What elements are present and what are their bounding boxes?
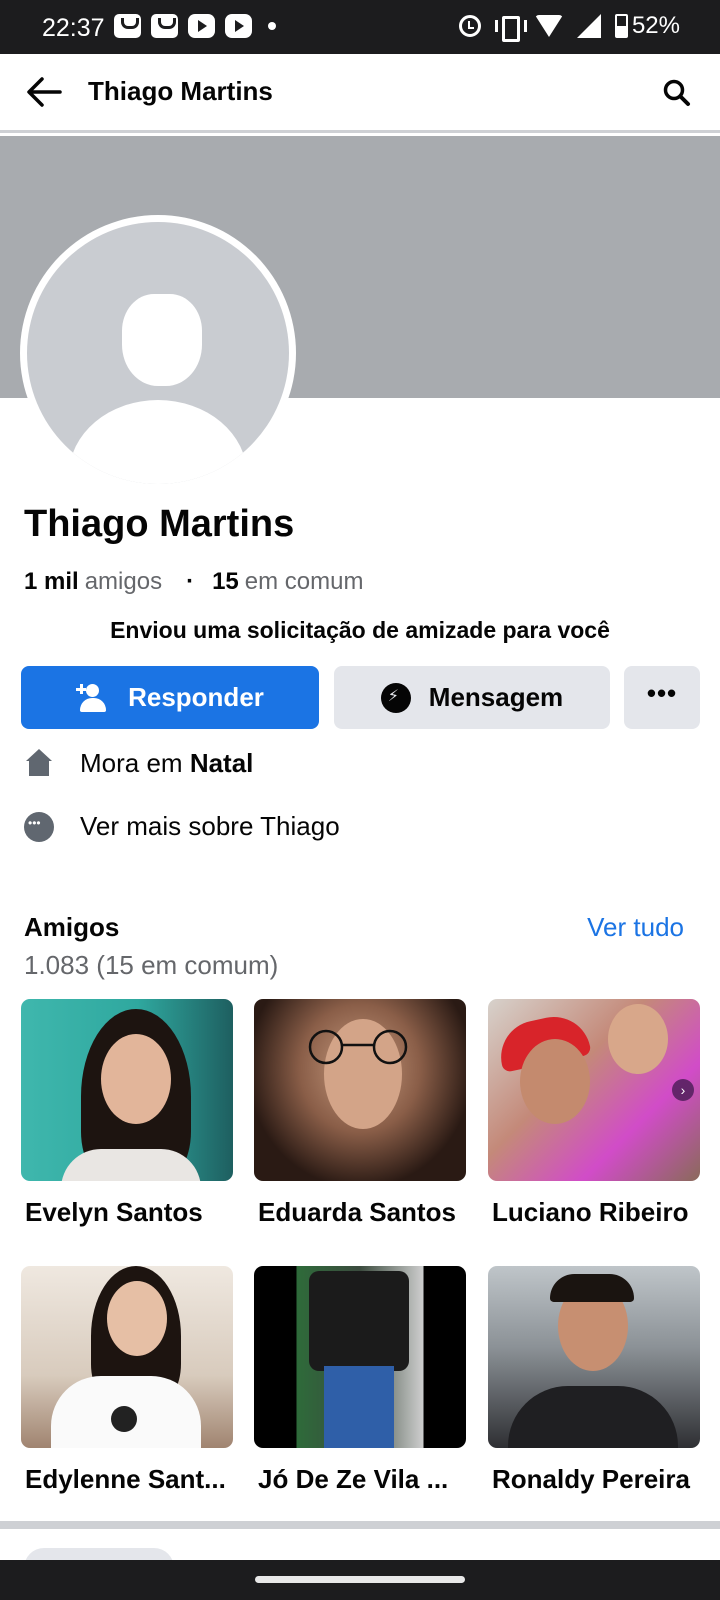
status-time: 22:37 <box>42 14 105 42</box>
see-more-label: Ver mais sobre Thiago <box>80 811 340 841</box>
friend-card[interactable]: Eduarda Santos <box>254 999 466 1228</box>
signal-icon <box>576 14 601 38</box>
friends-section-title: Amigos <box>24 912 120 942</box>
friend-counts[interactable]: 1 mil amigos · 15 em comum <box>24 568 363 596</box>
system-nav-bar <box>0 1560 720 1600</box>
search-icon[interactable] <box>662 78 692 108</box>
battery-indicator: 52% <box>614 12 680 40</box>
profile-picture[interactable] <box>20 215 296 491</box>
shopping-bag-icon <box>114 14 141 38</box>
chevron-right-icon: › <box>672 1079 694 1101</box>
friend-name: Ronaldy Pereira <box>492 1464 690 1494</box>
section-divider <box>0 1521 720 1529</box>
status-bar: 22:37 52% <box>0 0 720 54</box>
lives-in-row[interactable]: Mora em Natal <box>24 748 253 779</box>
mutual-word: em comum <box>244 568 364 595</box>
friend-card[interactable]: Ronaldy Pereira <box>488 1266 700 1495</box>
friend-name: Edylenne Sant... <box>25 1464 226 1494</box>
friend-name: Eduarda Santos <box>258 1197 456 1227</box>
more-options-button[interactable]: ••• <box>624 666 700 729</box>
more-dots-icon: ••• <box>646 677 678 708</box>
friend-card[interactable]: Edylenne Sant... <box>21 1266 233 1495</box>
home-gesture-handle[interactable] <box>255 1576 465 1583</box>
youtube-icon <box>225 14 252 38</box>
message-label: Mensagem <box>428 682 564 712</box>
notification-icons <box>114 14 276 38</box>
lives-city: Natal <box>189 748 254 778</box>
profile-name: Thiago Martins <box>24 503 295 545</box>
see-more-about-row[interactable]: Ver mais sobre Thiago <box>24 811 340 842</box>
mutual-count: 15 <box>212 568 239 595</box>
separator-dot: · <box>186 568 195 595</box>
battery-percent: 52% <box>631 12 680 39</box>
back-arrow-icon[interactable] <box>26 76 62 108</box>
header-title: Thiago Martins <box>88 76 273 106</box>
see-all-friends-link[interactable]: Ver tudo <box>587 912 684 943</box>
wifi-icon <box>534 15 563 37</box>
friend-name: Evelyn Santos <box>25 1197 203 1227</box>
message-button[interactable]: Mensagem <box>334 666 610 729</box>
friends-count: 1 mil <box>24 568 79 595</box>
respond-label: Responder <box>128 682 264 712</box>
system-icons: 52% <box>458 12 680 42</box>
friend-photo[interactable] <box>254 999 466 1181</box>
shopping-bag-icon <box>151 14 178 38</box>
friends-total-count: 1.083 (15 em comum) <box>24 950 279 980</box>
more-circle-icon <box>24 811 54 842</box>
friend-card[interactable]: Evelyn Santos <box>21 999 233 1228</box>
friend-photo[interactable] <box>21 999 233 1181</box>
battery-icon <box>614 14 628 38</box>
dot-icon <box>268 22 276 30</box>
youtube-icon <box>188 14 215 38</box>
app-bar: Thiago Martins <box>0 54 720 133</box>
lives-prefix: Mora em <box>80 748 183 778</box>
friend-name: Jó De Ze Vila ... <box>258 1464 449 1494</box>
friend-request-note: Enviou uma solicitação de amizade para v… <box>110 617 610 643</box>
alarm-icon <box>458 15 481 37</box>
friend-photo[interactable] <box>488 1266 700 1448</box>
vibrate-icon <box>494 14 527 42</box>
friend-card[interactable]: Jó De Ze Vila ... <box>254 1266 466 1495</box>
friend-photo[interactable] <box>254 1266 466 1448</box>
friend-photo[interactable]: › <box>488 999 700 1181</box>
messenger-icon <box>380 682 411 713</box>
friends-word: amigos <box>84 568 163 595</box>
friend-photo[interactable] <box>21 1266 233 1448</box>
respond-button[interactable]: Responder <box>21 666 319 729</box>
friend-card[interactable]: › Luciano Ribeiro <box>488 999 700 1228</box>
home-icon <box>24 748 54 779</box>
default-avatar-icon <box>27 222 289 484</box>
friend-name: Luciano Ribeiro <box>492 1197 689 1227</box>
person-add-icon <box>76 683 110 712</box>
